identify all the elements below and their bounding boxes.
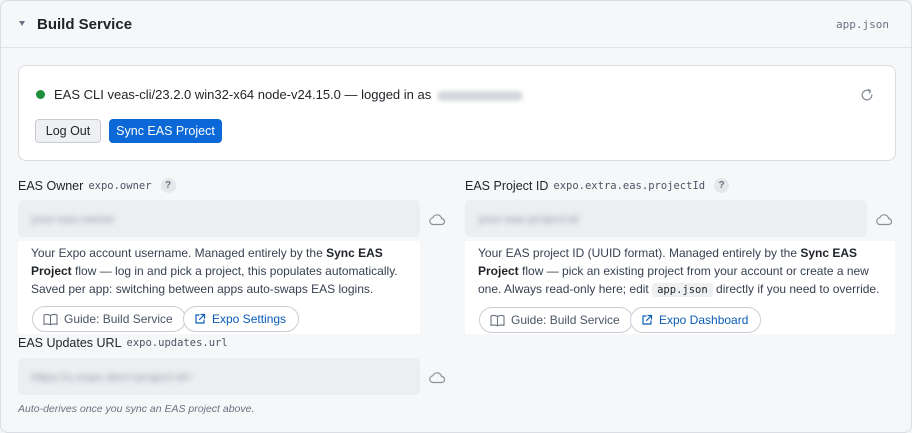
eas-project-id-cloud-icon bbox=[876, 214, 893, 226]
eas-updates-url-label-text: EAS Updates URL bbox=[18, 336, 122, 350]
sync-eas-project-button[interactable]: Sync EAS Project bbox=[109, 119, 222, 143]
eas-owner-label: EAS Owner expo.owner ? bbox=[18, 178, 176, 193]
collapse-triangle-icon[interactable] bbox=[19, 21, 25, 26]
app-json-code: app.json bbox=[652, 283, 713, 297]
eas-owner-input[interactable]: your-eas-owner bbox=[18, 200, 420, 237]
status-message: EAS CLI veas-cli/23.2.0 win32-x64 node-v… bbox=[54, 87, 432, 102]
owner-guide-button[interactable]: Guide: Build Service bbox=[32, 306, 186, 332]
refresh-icon[interactable] bbox=[859, 87, 875, 103]
eas-owner-desc-text: Your Expo account username. Managed enti… bbox=[31, 246, 327, 260]
eas-owner-label-text: EAS Owner bbox=[18, 178, 84, 193]
eas-project-id-help-icon[interactable]: ? bbox=[714, 178, 730, 193]
eas-project-id-key: expo.extra.eas.projectId bbox=[553, 179, 706, 192]
eas-project-id-label-text: EAS Project ID bbox=[465, 178, 549, 193]
eas-updates-url-hint: Auto-derives once you sync an EAS projec… bbox=[18, 403, 255, 415]
log-out-button[interactable]: Log Out bbox=[35, 119, 101, 143]
owner-guide-label: Guide: Build Service bbox=[64, 312, 173, 326]
config-file-name: app.json bbox=[836, 18, 889, 31]
expo-dashboard-link[interactable]: Expo Dashboard bbox=[630, 307, 762, 333]
status-dot-icon bbox=[36, 90, 45, 99]
eas-project-id-placeholder: your-eas-project-id bbox=[478, 211, 579, 226]
eas-owner-help-icon[interactable]: ? bbox=[160, 178, 176, 193]
external-link-icon bbox=[195, 313, 206, 324]
eas-project-id-input[interactable]: your-eas-project-id bbox=[465, 200, 867, 237]
redacted-username bbox=[437, 90, 524, 101]
expo-settings-label: Expo Settings bbox=[212, 312, 287, 326]
expo-settings-link[interactable]: Expo Settings bbox=[183, 306, 300, 332]
expo-dashboard-label: Expo Dashboard bbox=[659, 313, 749, 327]
eas-updates-url-label: EAS Updates URL expo.updates.url bbox=[18, 336, 228, 350]
eas-updates-url-cloud-icon bbox=[429, 372, 446, 384]
eas-updates-url-placeholder: https://u.expo.dev/<project-id> bbox=[31, 369, 193, 384]
eas-owner-placeholder: your-eas-owner bbox=[31, 211, 115, 226]
project-guide-label: Guide: Build Service bbox=[511, 313, 620, 327]
eas-project-desc-text-3: directly if you need to override. bbox=[712, 282, 880, 296]
project-guide-button[interactable]: Guide: Build Service bbox=[479, 307, 633, 333]
eas-project-desc-text: Your EAS project ID (UUID format). Manag… bbox=[478, 246, 801, 260]
section-header[interactable]: Build Service app.json bbox=[1, 1, 911, 48]
eas-updates-url-key: expo.updates.url bbox=[126, 337, 228, 349]
external-link-icon bbox=[642, 314, 653, 325]
eas-owner-cloud-icon bbox=[429, 214, 446, 226]
eas-owner-desc-text-2: flow — log in and pick a project, this p… bbox=[31, 264, 398, 296]
book-icon bbox=[490, 314, 505, 326]
eas-owner-key: expo.owner bbox=[88, 179, 152, 192]
eas-updates-url-input[interactable]: https://u.expo.dev/<project-id> bbox=[18, 358, 420, 395]
section-title: Build Service bbox=[37, 16, 133, 33]
build-service-panel: Build Service app.json EAS CLI veas-cli/… bbox=[0, 0, 912, 433]
eas-cli-status-card: EAS CLI veas-cli/23.2.0 win32-x64 node-v… bbox=[18, 65, 896, 161]
eas-project-id-label: EAS Project ID expo.extra.eas.projectId … bbox=[465, 178, 730, 193]
status-text: EAS CLI veas-cli/23.2.0 win32-x64 node-v… bbox=[54, 87, 524, 102]
book-icon bbox=[43, 313, 58, 325]
